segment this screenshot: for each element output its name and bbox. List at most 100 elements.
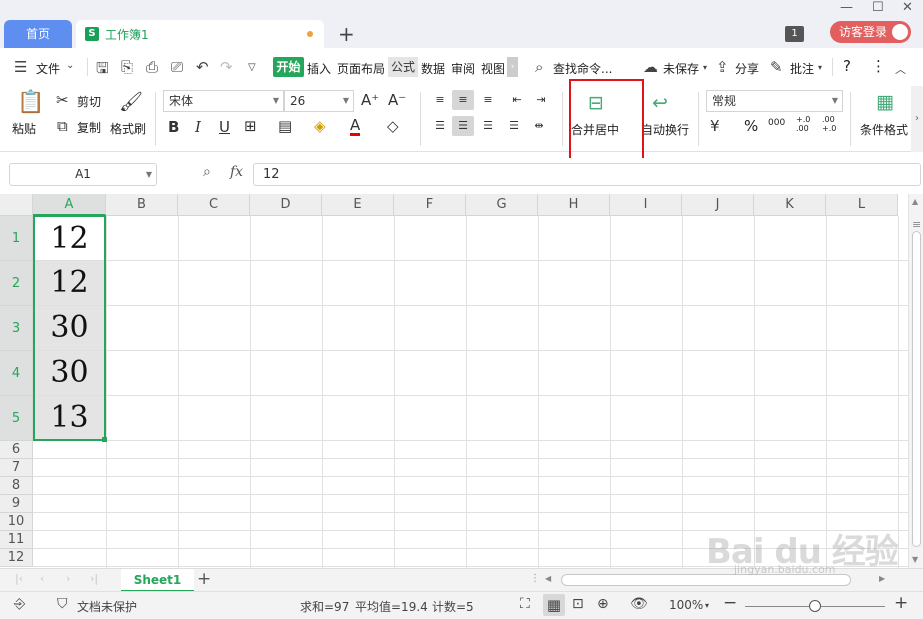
vertical-scrollbar[interactable]: ▲ ≡ ▼ — [908, 194, 923, 568]
conditional-format-button[interactable]: 条件格式 — [860, 121, 908, 138]
status-count[interactable]: 计数=5 — [432, 598, 474, 615]
scroll-up-icon[interactable]: ▲ — [912, 197, 918, 206]
increase-font-icon[interactable]: A⁺ — [361, 91, 379, 109]
column-header-f[interactable]: F — [394, 194, 466, 216]
tab-scroll-right-icon[interactable]: › — [507, 57, 518, 77]
split-handle-icon[interactable]: ⋮ — [530, 573, 540, 584]
increase-decimal-button[interactable]: +.0 .00 — [796, 115, 816, 133]
paste-button[interactable]: 粘贴 — [12, 120, 36, 137]
formula-input[interactable]: 12 — [253, 163, 921, 186]
currency-icon[interactable]: ¥ — [710, 117, 720, 135]
row-header-1[interactable]: 1 — [0, 216, 33, 261]
new-tab-button[interactable]: + — [338, 22, 355, 46]
zoom-in-button[interactable]: + — [894, 593, 908, 613]
column-header-g[interactable]: G — [466, 194, 538, 216]
row-header-10[interactable]: 10 — [0, 513, 33, 531]
macro-icon[interactable]: ⎆ — [14, 596, 25, 612]
row-header-6[interactable]: 6 — [0, 441, 33, 459]
more-icon[interactable]: ⋮ — [871, 57, 886, 75]
align-left-icon[interactable]: ☰ — [429, 116, 451, 136]
row-header-5[interactable]: 5 — [0, 396, 33, 441]
split-handle-icon[interactable]: ≡ — [912, 218, 921, 231]
maximize-icon[interactable]: ☐ — [872, 0, 884, 15]
chevron-down-icon[interactable]: ▾ — [705, 601, 709, 610]
column-header-k[interactable]: K — [754, 194, 826, 216]
justify-icon[interactable]: ☰ — [503, 116, 525, 136]
align-middle-icon[interactable]: ≡ — [452, 90, 474, 110]
hamburger-icon[interactable]: ☰ — [14, 58, 27, 76]
tab-view[interactable]: 视图 — [481, 60, 505, 77]
comment-icon[interactable]: ✎ — [770, 58, 783, 76]
zoom-slider-knob[interactable] — [809, 600, 821, 612]
conditional-format-icon[interactable]: ▦ — [876, 91, 894, 113]
tab-start[interactable]: 开始 — [273, 57, 304, 77]
wrap-text-button[interactable]: 自动换行 — [641, 121, 689, 138]
fullscreen-icon[interactable]: ⛶ — [520, 596, 530, 612]
scroll-right-icon[interactable]: ▶ — [879, 574, 885, 583]
fill-color-icon[interactable]: ◈ — [314, 117, 326, 135]
scroll-left-icon[interactable]: ◀ — [545, 574, 551, 583]
zoom-formula-icon[interactable]: ⌕ — [203, 164, 211, 180]
share-button[interactable]: 分享 — [735, 60, 759, 77]
guest-login-button[interactable]: 访客登录 — [830, 21, 911, 43]
format-painter-icon[interactable]: 🖌 — [119, 90, 143, 113]
column-header-l[interactable]: L — [826, 194, 898, 216]
tab-page-layout[interactable]: 页面布局 — [337, 60, 385, 77]
tab-home[interactable]: 首页 — [4, 20, 72, 48]
quick-access-dropdown-icon[interactable]: ▽ — [248, 62, 256, 73]
unsaved-status[interactable]: 未保存 — [663, 60, 699, 77]
clear-format-icon[interactable]: ◇ — [387, 117, 399, 135]
decrease-font-icon[interactable]: A⁻ — [388, 91, 406, 109]
close-icon[interactable]: ✕ — [902, 0, 913, 15]
fill-handle[interactable] — [102, 437, 107, 442]
thousand-separator-button[interactable]: 000 — [768, 118, 785, 128]
align-center-icon[interactable]: ☰ — [452, 116, 474, 136]
command-search[interactable]: 查找命令... — [553, 60, 612, 77]
paste-icon[interactable]: 📋 — [17, 90, 44, 115]
row-header-8[interactable]: 8 — [0, 477, 33, 495]
normal-view-icon[interactable]: ▦ — [543, 594, 565, 616]
indent-increase-icon[interactable]: ⇥ — [530, 90, 552, 110]
name-box[interactable]: A1 ▼ — [9, 163, 157, 186]
status-average[interactable]: 平均值=19.4 — [355, 598, 428, 615]
select-all-corner[interactable] — [0, 194, 33, 216]
row-header-7[interactable]: 7 — [0, 459, 33, 477]
align-top-icon[interactable]: ≡ — [429, 90, 451, 110]
underline-icon[interactable]: U — [219, 118, 230, 136]
first-sheet-icon[interactable]: |‹ — [15, 572, 23, 585]
sheet-tab-sheet1[interactable]: Sheet1 — [121, 569, 194, 592]
copy-icon[interactable]: ⧉ — [57, 117, 68, 135]
tab-data[interactable]: 数据 — [421, 60, 445, 77]
column-header-d[interactable]: D — [250, 194, 322, 216]
font-color-icon[interactable]: A — [350, 117, 361, 136]
distributed-icon[interactable]: ⇹ — [528, 116, 550, 136]
cloud-icon[interactable]: ☁ — [643, 58, 658, 76]
eye-protection-icon[interactable]: 👁 — [630, 596, 648, 612]
align-right-icon[interactable]: ☰ — [477, 116, 499, 136]
italic-icon[interactable]: I — [195, 118, 201, 136]
row-header-3[interactable]: 3 — [0, 306, 33, 351]
column-header-b[interactable]: B — [106, 194, 178, 216]
window-count-badge[interactable]: 1 — [785, 26, 804, 42]
tab-workbook[interactable]: S 工作簿1 — [76, 20, 324, 48]
align-bottom-icon[interactable]: ≡ — [477, 90, 499, 110]
font-size-select[interactable]: 26 ▼ — [284, 90, 354, 112]
export-icon[interactable]: ⎘ — [121, 58, 133, 76]
zoom-out-button[interactable]: − — [723, 593, 737, 613]
column-header-a[interactable]: A — [33, 194, 106, 216]
bold-icon[interactable]: B — [168, 118, 179, 136]
print-preview-icon[interactable]: ⎚ — [171, 58, 183, 76]
page-break-view-icon[interactable]: ⊡ — [572, 596, 584, 612]
status-sum[interactable]: 求和=97 — [300, 598, 349, 615]
format-painter-button[interactable]: 格式刷 — [110, 120, 146, 137]
reading-mode-icon[interactable]: ⊕ — [597, 596, 609, 612]
fill-pattern-icon[interactable]: ▤ — [278, 117, 292, 135]
search-icon[interactable]: ⌕ — [535, 58, 543, 76]
tab-review[interactable]: 审阅 — [451, 60, 475, 77]
column-header-j[interactable]: J — [682, 194, 754, 216]
chevron-down-icon[interactable]: ▾ — [703, 63, 707, 72]
decrease-decimal-button[interactable]: .00 +.0 — [822, 115, 842, 133]
tab-insert[interactable]: 插入 — [307, 60, 331, 77]
print-icon[interactable]: ⎙ — [146, 58, 158, 76]
column-header-h[interactable]: H — [538, 194, 610, 216]
